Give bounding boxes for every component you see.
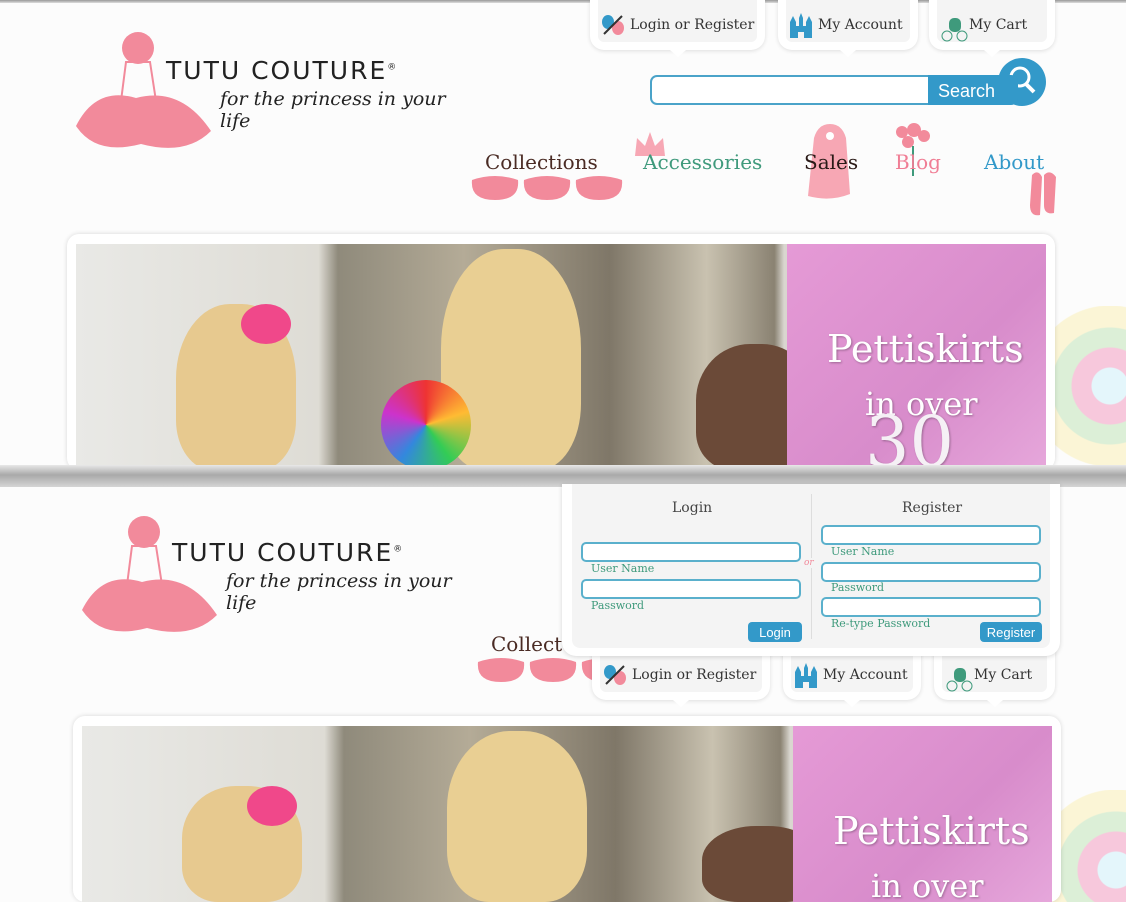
login-heading: Login <box>672 500 713 516</box>
hair-bow <box>247 786 297 826</box>
state-default: TUTU COUTURE® for the princess in your l… <box>0 0 1126 466</box>
nav-blog[interactable]: Blog <box>895 150 941 174</box>
brand-tagline: for the princess in your life <box>226 570 452 614</box>
or-text: or <box>804 558 814 568</box>
brand-tagline: for the princess in your life <box>220 88 446 132</box>
carriage-icon <box>944 662 973 692</box>
promo-panel: Pettiskirts in over 30 <box>787 244 1046 466</box>
hero-banner[interactable]: Pettiskirts in over 30 <box>67 234 1055 466</box>
tab-label: Login or Register <box>632 667 757 683</box>
tab-label: My Cart <box>969 17 1028 33</box>
brand-name: TUTU COUTURE® <box>166 56 398 85</box>
brand-name: TUTU COUTURE® <box>172 538 404 567</box>
nav-label: Collections <box>485 150 598 174</box>
nav-sales[interactable]: Sales <box>804 150 858 174</box>
nav-label: Blog <box>895 150 941 174</box>
tab-my-cart[interactable]: My Cart <box>929 0 1055 57</box>
register-retype-password-input[interactable] <box>821 597 1041 617</box>
registered-mark: ® <box>393 544 405 555</box>
register-password-input[interactable] <box>821 562 1041 582</box>
ballet-shoes-icon <box>1030 172 1056 216</box>
nav-label: Sales <box>804 150 859 174</box>
tutu-hangers-icon <box>471 176 623 200</box>
tab-label: My Cart <box>974 667 1033 683</box>
tab-my-account[interactable]: My Account <box>778 0 918 57</box>
logo[interactable]: TUTU COUTURE® for the princess in your l… <box>72 510 472 642</box>
login-dropdown: Login User Name Password Login or Regist… <box>562 484 1060 656</box>
register-password-label: Password <box>831 581 885 594</box>
carriage-icon <box>939 12 968 42</box>
butterfly-icon <box>602 662 628 688</box>
tutu-girl-logo-icon <box>76 32 211 148</box>
tab-login-register[interactable]: Login or Register <box>592 650 770 707</box>
tab-my-cart[interactable]: My Cart <box>934 650 1055 707</box>
login-username-input[interactable] <box>581 542 801 562</box>
castle-icon <box>788 12 814 38</box>
promo-line-3: 30 <box>865 401 955 466</box>
hair-bow <box>241 304 291 344</box>
nav-label: Collect <box>491 632 563 656</box>
promo-line-1: Pettiskirts <box>827 327 1024 371</box>
hero-banner[interactable]: Pettiskirts in over <box>73 716 1061 902</box>
nav-collections-partial[interactable]: Collect <box>491 632 562 656</box>
search-input[interactable] <box>650 75 950 105</box>
register-button[interactable]: Register <box>980 622 1042 642</box>
register-heading: Register <box>902 500 963 516</box>
register-retype-label: Re-type Password <box>831 617 931 630</box>
login-password-input[interactable] <box>581 579 801 599</box>
nav-accessories[interactable]: Accessories <box>643 150 762 174</box>
tab-label: My Account <box>818 17 903 33</box>
tab-login-register[interactable]: Login or Register <box>590 0 765 57</box>
tab-label: My Account <box>823 667 908 683</box>
castle-icon <box>793 662 819 688</box>
register-username-input[interactable] <box>821 525 1041 545</box>
promo-panel: Pettiskirts in over <box>793 726 1052 902</box>
login-username-label: User Name <box>591 562 655 575</box>
register-username-label: User Name <box>831 545 895 558</box>
lollipop <box>381 380 471 466</box>
login-password-label: Password <box>591 599 645 612</box>
tutu-girl-logo-icon <box>82 516 217 632</box>
nav-collections[interactable]: Collections <box>485 150 598 174</box>
tab-my-account[interactable]: My Account <box>783 650 921 707</box>
search-button[interactable]: Search <box>928 75 1018 105</box>
login-button[interactable]: Login <box>748 622 802 642</box>
butterfly-icon <box>600 12 626 38</box>
hero-photo: Pettiskirts in over 30 <box>76 244 1046 466</box>
nav-label: Accessories <box>643 150 763 174</box>
hero-photo: Pettiskirts in over <box>82 726 1052 902</box>
logo[interactable]: TUTU COUTURE® for the princess in your l… <box>66 26 466 158</box>
registered-mark: ® <box>387 62 399 73</box>
tab-label: Login or Register <box>630 17 755 33</box>
brand-name-text: TUTU COUTURE <box>166 56 388 85</box>
promo-line-1: Pettiskirts <box>833 809 1030 853</box>
brand-name-text: TUTU COUTURE <box>172 538 394 567</box>
girl-figure <box>447 731 587 902</box>
promo-line-2: in over <box>871 867 984 902</box>
